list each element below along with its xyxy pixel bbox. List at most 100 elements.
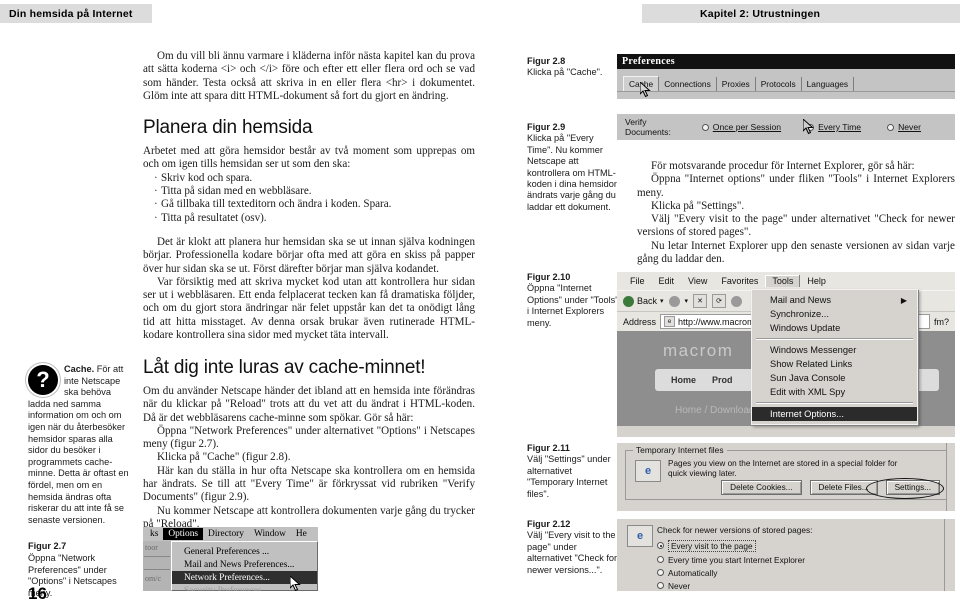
mouse-cursor-icon (803, 119, 814, 134)
menu-item-options[interactable]: Options (163, 528, 204, 540)
radio-icon[interactable] (657, 542, 664, 549)
option-automatically[interactable]: Automatically (617, 566, 955, 579)
caption-fig29-title: Figur 2.9 (527, 122, 566, 132)
screenshot-verify-documents: Verify Documents: Once per Session Every… (617, 114, 955, 140)
settings-button[interactable]: Settings... (885, 480, 940, 495)
section-heading-cache: Låt dig inte luras av cache-minnet! (143, 357, 426, 378)
tools-item-show-related-links[interactable]: Show Related Links (752, 357, 917, 371)
caption-fig212-text: Välj "Every visit to the page" under alt… (527, 530, 618, 575)
chevron-down-icon[interactable]: ▾ (685, 297, 689, 305)
ie-menu-file[interactable]: File (623, 275, 652, 287)
radio-icon[interactable] (657, 556, 664, 563)
tools-item-mail-and-news-label: Mail and News (770, 295, 831, 305)
menu-option-general-preferences[interactable]: General Preferences ... (172, 545, 317, 558)
radio-never[interactable]: Never (887, 122, 921, 132)
tab-protocols[interactable]: Protocols (755, 77, 802, 91)
screenshot-netscape-options-menu: ks Options Directory Window He toor om/c… (143, 527, 318, 591)
netscape-toolbar-strip: toor om/c (143, 541, 171, 591)
folder-icon: e (635, 460, 661, 482)
tools-item-windows-update-label: Windows Update (770, 323, 841, 333)
menu-option-mail-news-preferences[interactable]: Mail and News Preferences... (172, 558, 317, 571)
paragraph-6: Klicka på "Cache" (figur 2.8). (157, 451, 291, 464)
refresh-icon[interactable]: ⟳ (712, 294, 727, 308)
screenshot-temporary-internet-files: Temporary Internet files e Pages you vie… (617, 443, 955, 511)
back-button[interactable]: Back ▾ (623, 295, 664, 307)
cache-note-title: Cache. (64, 364, 95, 374)
ie-page-content: macrom Home Prod Home / Downloads / Mail… (617, 289, 955, 426)
back-arrow-icon (623, 295, 634, 307)
tools-item-sun-java-console-label: Sun Java Console (770, 373, 846, 383)
site-nav-products[interactable]: Prod (712, 375, 733, 385)
radio-icon[interactable] (887, 123, 895, 131)
menu-item-help[interactable]: He (291, 528, 312, 540)
preferences-tab-row: Cache Connections Proxies Protocols Lang… (617, 69, 955, 92)
caption-fig211: Figur 2.11 Välj "Settings" under alterna… (527, 443, 619, 500)
caption-fig28: Figur 2.8 Klicka på "Cache". (527, 56, 619, 79)
mouse-cursor-icon (290, 576, 301, 591)
tab-languages[interactable]: Languages (801, 77, 855, 91)
paragraph-2: Det är klokt att planera hur hemsidan sk… (143, 235, 475, 275)
tab-proxies[interactable]: Proxies (716, 77, 756, 91)
intro-paragraph: Om du vill bli ännu varmare i kläderna i… (143, 50, 475, 102)
question-mark-icon: ? (28, 365, 58, 395)
caption-fig29-text: Klicka på "Every Time". Nu kommer Netsca… (527, 133, 617, 212)
caption-fig27-title: Figur 2.7 (28, 541, 67, 552)
caption-fig210: Figur 2.10 Öppna "Internet Options" unde… (527, 272, 619, 329)
scrollbar[interactable] (944, 519, 955, 591)
temp-files-description: Pages you view on the Internet are store… (668, 459, 898, 478)
menu-item-directory[interactable]: Directory (203, 528, 249, 540)
caption-fig211-title: Figur 2.11 (527, 443, 570, 453)
preferences-body (617, 92, 955, 99)
radio-icon[interactable] (657, 582, 664, 589)
ie-menu-tools[interactable]: Tools (765, 275, 801, 287)
radio-icon[interactable] (657, 569, 664, 576)
caption-fig28-title: Figur 2.8 (527, 56, 566, 66)
running-head-left: Din hemsida på Internet (0, 4, 152, 23)
stop-icon[interactable]: ✕ (693, 294, 708, 308)
radio-icon[interactable] (701, 123, 709, 131)
ie-menu-edit[interactable]: Edit (652, 275, 682, 287)
delete-files-button[interactable]: Delete Files... (809, 480, 878, 495)
option-never[interactable]: Never (617, 579, 955, 591)
paragraph-3: Var försiktig med att skriva mycket kod … (143, 275, 475, 342)
tools-item-synchronize[interactable]: Synchronize... (752, 307, 917, 321)
option-automatically-label: Automatically (668, 567, 718, 578)
ie-menu-view[interactable]: View (681, 275, 714, 287)
menu-item-bookmarks[interactable]: ks (145, 528, 163, 540)
page-icon: e (664, 316, 676, 327)
cache-note: ? Cache. För att inte Netscape ska behöv… (28, 364, 135, 526)
ie-menu-help[interactable]: Help (800, 275, 833, 287)
radio-once-per-session[interactable]: Once per Session (701, 122, 781, 132)
check-newer-versions-header: Check for newer versions of stored pages… (657, 525, 813, 535)
tools-item-synchronize-label: Synchronize... (770, 309, 829, 319)
tools-item-windows-update[interactable]: Windows Update (752, 321, 917, 335)
radio-every-time[interactable]: Every Time (803, 119, 861, 134)
cache-section-column: Låt dig inte luras av cache-minnet! Om d… (143, 357, 475, 531)
home-icon[interactable] (731, 295, 743, 307)
tools-item-edit-with-xml-spy[interactable]: Edit with XML Spy (752, 385, 917, 399)
temp-files-group-label: Temporary Internet files (633, 445, 727, 455)
tools-item-mail-and-news[interactable]: Mail and News ▶ (752, 293, 917, 307)
temp-files-button-row: Delete Cookies... Delete Files... Settin… (721, 480, 940, 495)
right-paragraph-4: Välj "Every visit to the page" under alt… (637, 213, 955, 239)
right-text-column: För motsvarande procedur för Internet Ex… (637, 160, 955, 266)
delete-cookies-button[interactable]: Delete Cookies... (721, 480, 802, 495)
address-tail: fm? (933, 316, 949, 327)
forward-arrow-icon[interactable] (668, 295, 680, 307)
site-nav-home[interactable]: Home (671, 375, 696, 385)
option-every-visit[interactable]: Every visit to the page (617, 538, 955, 553)
option-every-time-start-ie[interactable]: Every time you start Internet Explorer (617, 553, 955, 566)
scrollbar[interactable] (946, 443, 955, 511)
tools-item-sun-java-console[interactable]: Sun Java Console (752, 371, 917, 385)
tab-connections[interactable]: Connections (659, 77, 717, 91)
menu-item-window[interactable]: Window (249, 528, 291, 540)
section-heading-planera: Planera din hemsida (143, 117, 313, 139)
sidebar-note-block: ? Cache. För att inte Netscape ska behöv… (28, 364, 135, 599)
ie-menu-favorites[interactable]: Favorites (714, 275, 765, 287)
list-item: Skriv kod och spara. (161, 172, 475, 185)
paragraph-1: Arbetet med att göra hemsidor består av … (143, 145, 475, 171)
tools-item-windows-messenger[interactable]: Windows Messenger (752, 343, 917, 357)
chevron-down-icon[interactable]: ▾ (660, 297, 664, 305)
tools-item-internet-options[interactable]: Internet Options... (752, 407, 917, 421)
